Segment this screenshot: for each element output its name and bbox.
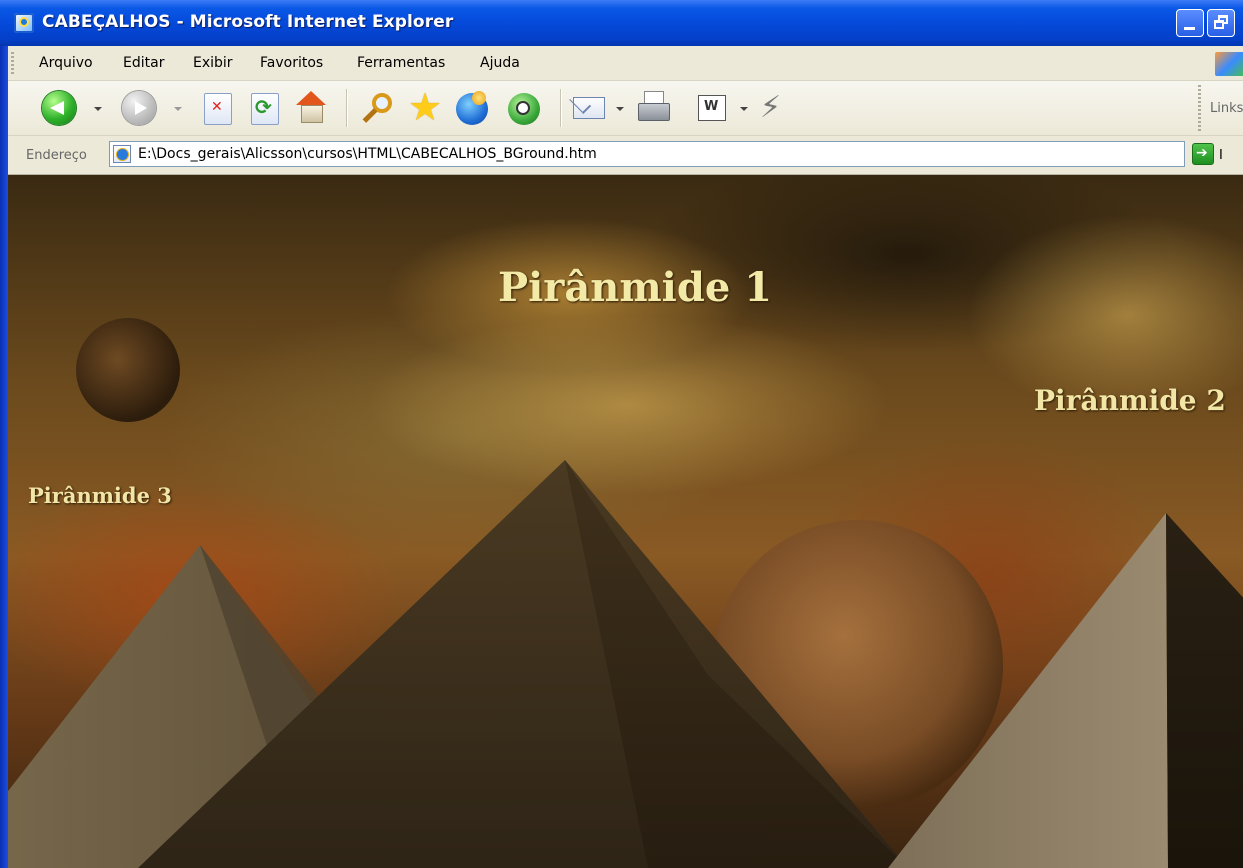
favorites-icon[interactable]: ★ [408,87,442,127]
media-icon[interactable] [456,91,488,125]
restore-button[interactable] [1207,9,1235,37]
menu-favoritos[interactable]: Favoritos [260,55,323,71]
mail-dropdown-icon[interactable] [616,107,624,111]
heading-piramide-3: Pirânmide 3 [28,483,172,508]
title-bar[interactable]: CABEÇALHOS - Microsoft Internet Explorer [0,0,1243,46]
menu-arquivo[interactable]: Arquivo [39,55,93,71]
heading-piramide-2: Pirânmide 2 [1034,384,1226,417]
go-button[interactable] [1192,143,1214,165]
go-label[interactable]: I [1219,148,1223,163]
forward-dropdown-icon[interactable] [174,107,182,111]
mail-icon[interactable] [573,95,607,121]
menu-bar: Arquivo Editar Exibir Favoritos Ferramen… [8,46,1243,81]
nebula-glow [368,315,888,495]
address-input[interactable]: E:\Docs_gerais\Alicsson\cursos\HTML\CABE… [109,141,1185,167]
print-icon[interactable] [636,89,672,125]
page-content: Pirânmide 1 Pirânmide 2 Pirânmide 3 [8,175,1243,868]
back-icon[interactable] [42,91,76,125]
back-dropdown-icon[interactable] [94,107,102,111]
search-icon[interactable] [360,91,398,127]
forward-icon[interactable] [122,91,156,125]
small-moon [76,318,180,422]
browser-client: Arquivo Editar Exibir Favoritos Ferramen… [8,46,1243,868]
heading-piramide-1: Pirânmide 1 [498,264,773,311]
toolbar-separator [346,89,347,127]
menu-grip[interactable] [11,52,14,74]
edit-icon[interactable] [698,95,726,121]
window-title: CABEÇALHOS - Microsoft Internet Explorer [42,12,454,32]
browser-window: CABEÇALHOS - Microsoft Internet Explorer… [0,0,1243,868]
windows-logo-icon [1215,52,1243,76]
home-icon[interactable] [294,91,328,123]
edit-dropdown-icon[interactable] [740,107,748,111]
links-grip[interactable] [1198,85,1201,131]
menu-editar[interactable]: Editar [123,55,164,71]
stop-icon[interactable] [204,93,232,125]
internet-explorer-icon [14,13,34,33]
address-label: Endereço [26,148,87,163]
pyramid-right-shadow [1166,513,1243,868]
toolbar-separator [560,89,561,127]
minimize-button[interactable] [1176,9,1204,37]
menu-ajuda[interactable]: Ajuda [480,55,520,71]
page-icon [113,145,131,163]
refresh-icon[interactable] [251,93,279,125]
standard-toolbar: ★ ⚡ Links [8,81,1243,136]
history-icon[interactable] [508,93,540,125]
address-bar: Endereço E:\Docs_gerais\Alicsson\cursos\… [8,136,1243,175]
address-value[interactable]: E:\Docs_gerais\Alicsson\cursos\HTML\CABE… [138,146,597,162]
menu-exibir[interactable]: Exibir [193,55,233,71]
messenger-icon[interactable]: ⚡ [760,91,794,125]
menu-ferramentas[interactable]: Ferramentas [357,55,445,71]
links-label[interactable]: Links [1210,101,1243,116]
